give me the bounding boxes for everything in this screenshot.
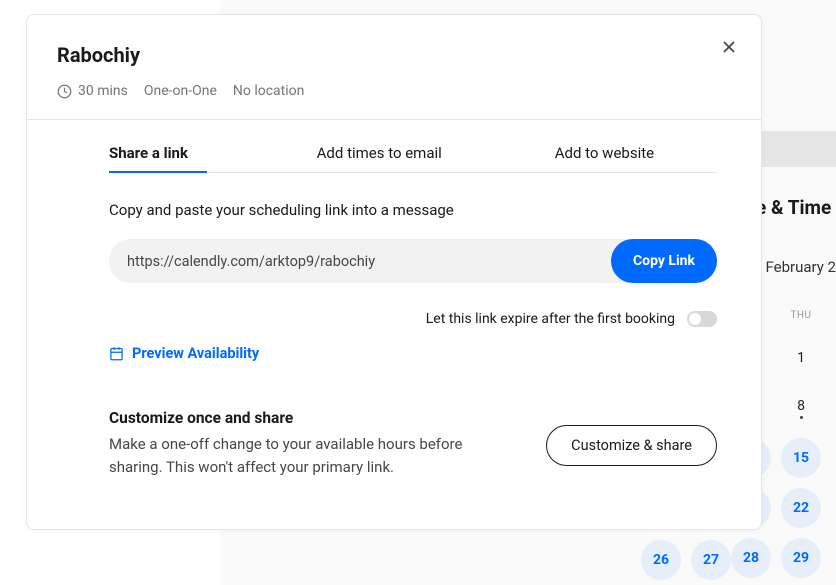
customize-share-button[interactable]: Customize & share <box>546 425 717 466</box>
preview-availability-link[interactable]: Preview Availability <box>109 345 259 362</box>
meta-type: One-on-One <box>144 83 217 99</box>
close-button[interactable] <box>719 37 739 61</box>
customize-section: Customize once and share Make a one-off … <box>109 409 717 478</box>
modal-title: Rabochiy <box>57 43 729 67</box>
share-modal: Rabochiy 30 mins One-on-One No location … <box>26 14 762 530</box>
calendar-cell[interactable]: 26 <box>641 540 681 580</box>
meta-location: No location <box>233 83 304 99</box>
close-icon <box>719 37 739 57</box>
calendar-icon <box>109 346 124 361</box>
background-heading: e & Time <box>756 196 836 219</box>
calendar-cell[interactable]: 28 <box>731 538 771 578</box>
copy-link-button[interactable]: Copy Link <box>611 239 717 283</box>
modal-body: Share a link Add times to email Add to w… <box>27 120 761 478</box>
preview-row: Preview Availability <box>109 345 717 365</box>
modal-meta: 30 mins One-on-One No location <box>57 83 729 99</box>
preview-label: Preview Availability <box>132 345 259 362</box>
calendar-header-cell: THU <box>776 300 826 330</box>
calendar-cell[interactable]: 15 <box>781 438 821 478</box>
modal-header: Rabochiy 30 mins One-on-One No location <box>27 15 761 120</box>
expire-toggle[interactable] <box>687 311 717 327</box>
copy-instruction: Copy and paste your scheduling link into… <box>109 201 717 219</box>
share-tabs: Share a link Add times to email Add to w… <box>109 144 717 173</box>
scheduling-url[interactable]: https://calendly.com/arktop9/rabochiy <box>127 253 611 270</box>
tab-share-link[interactable]: Share a link <box>109 144 267 172</box>
background-month-label: February 2 <box>766 258 836 276</box>
customize-title: Customize once and share <box>109 409 516 427</box>
calendar-cell: 1 <box>776 336 826 380</box>
customize-subtitle: Make a one-off change to your available … <box>109 433 516 478</box>
tab-add-website[interactable]: Add to website <box>492 144 717 172</box>
expire-row: Let this link expire after the first boo… <box>109 311 717 327</box>
calendar-row: 2829 <box>726 536 836 580</box>
customize-text-block: Customize once and share Make a one-off … <box>109 409 516 478</box>
meta-duration: 30 mins <box>57 83 128 99</box>
calendar-cell[interactable]: 22 <box>781 488 821 528</box>
scheduling-link-row: https://calendly.com/arktop9/rabochiy Co… <box>109 239 717 283</box>
clock-icon <box>57 84 72 99</box>
calendar-cell[interactable]: 29 <box>781 538 821 578</box>
tab-add-times-email[interactable]: Add times to email <box>267 144 492 172</box>
calendar-cell: 8 <box>776 386 826 430</box>
calendar-cell[interactable]: 27 <box>691 540 731 580</box>
duration-text: 30 mins <box>78 83 128 99</box>
expire-label: Let this link expire after the first boo… <box>426 311 675 327</box>
